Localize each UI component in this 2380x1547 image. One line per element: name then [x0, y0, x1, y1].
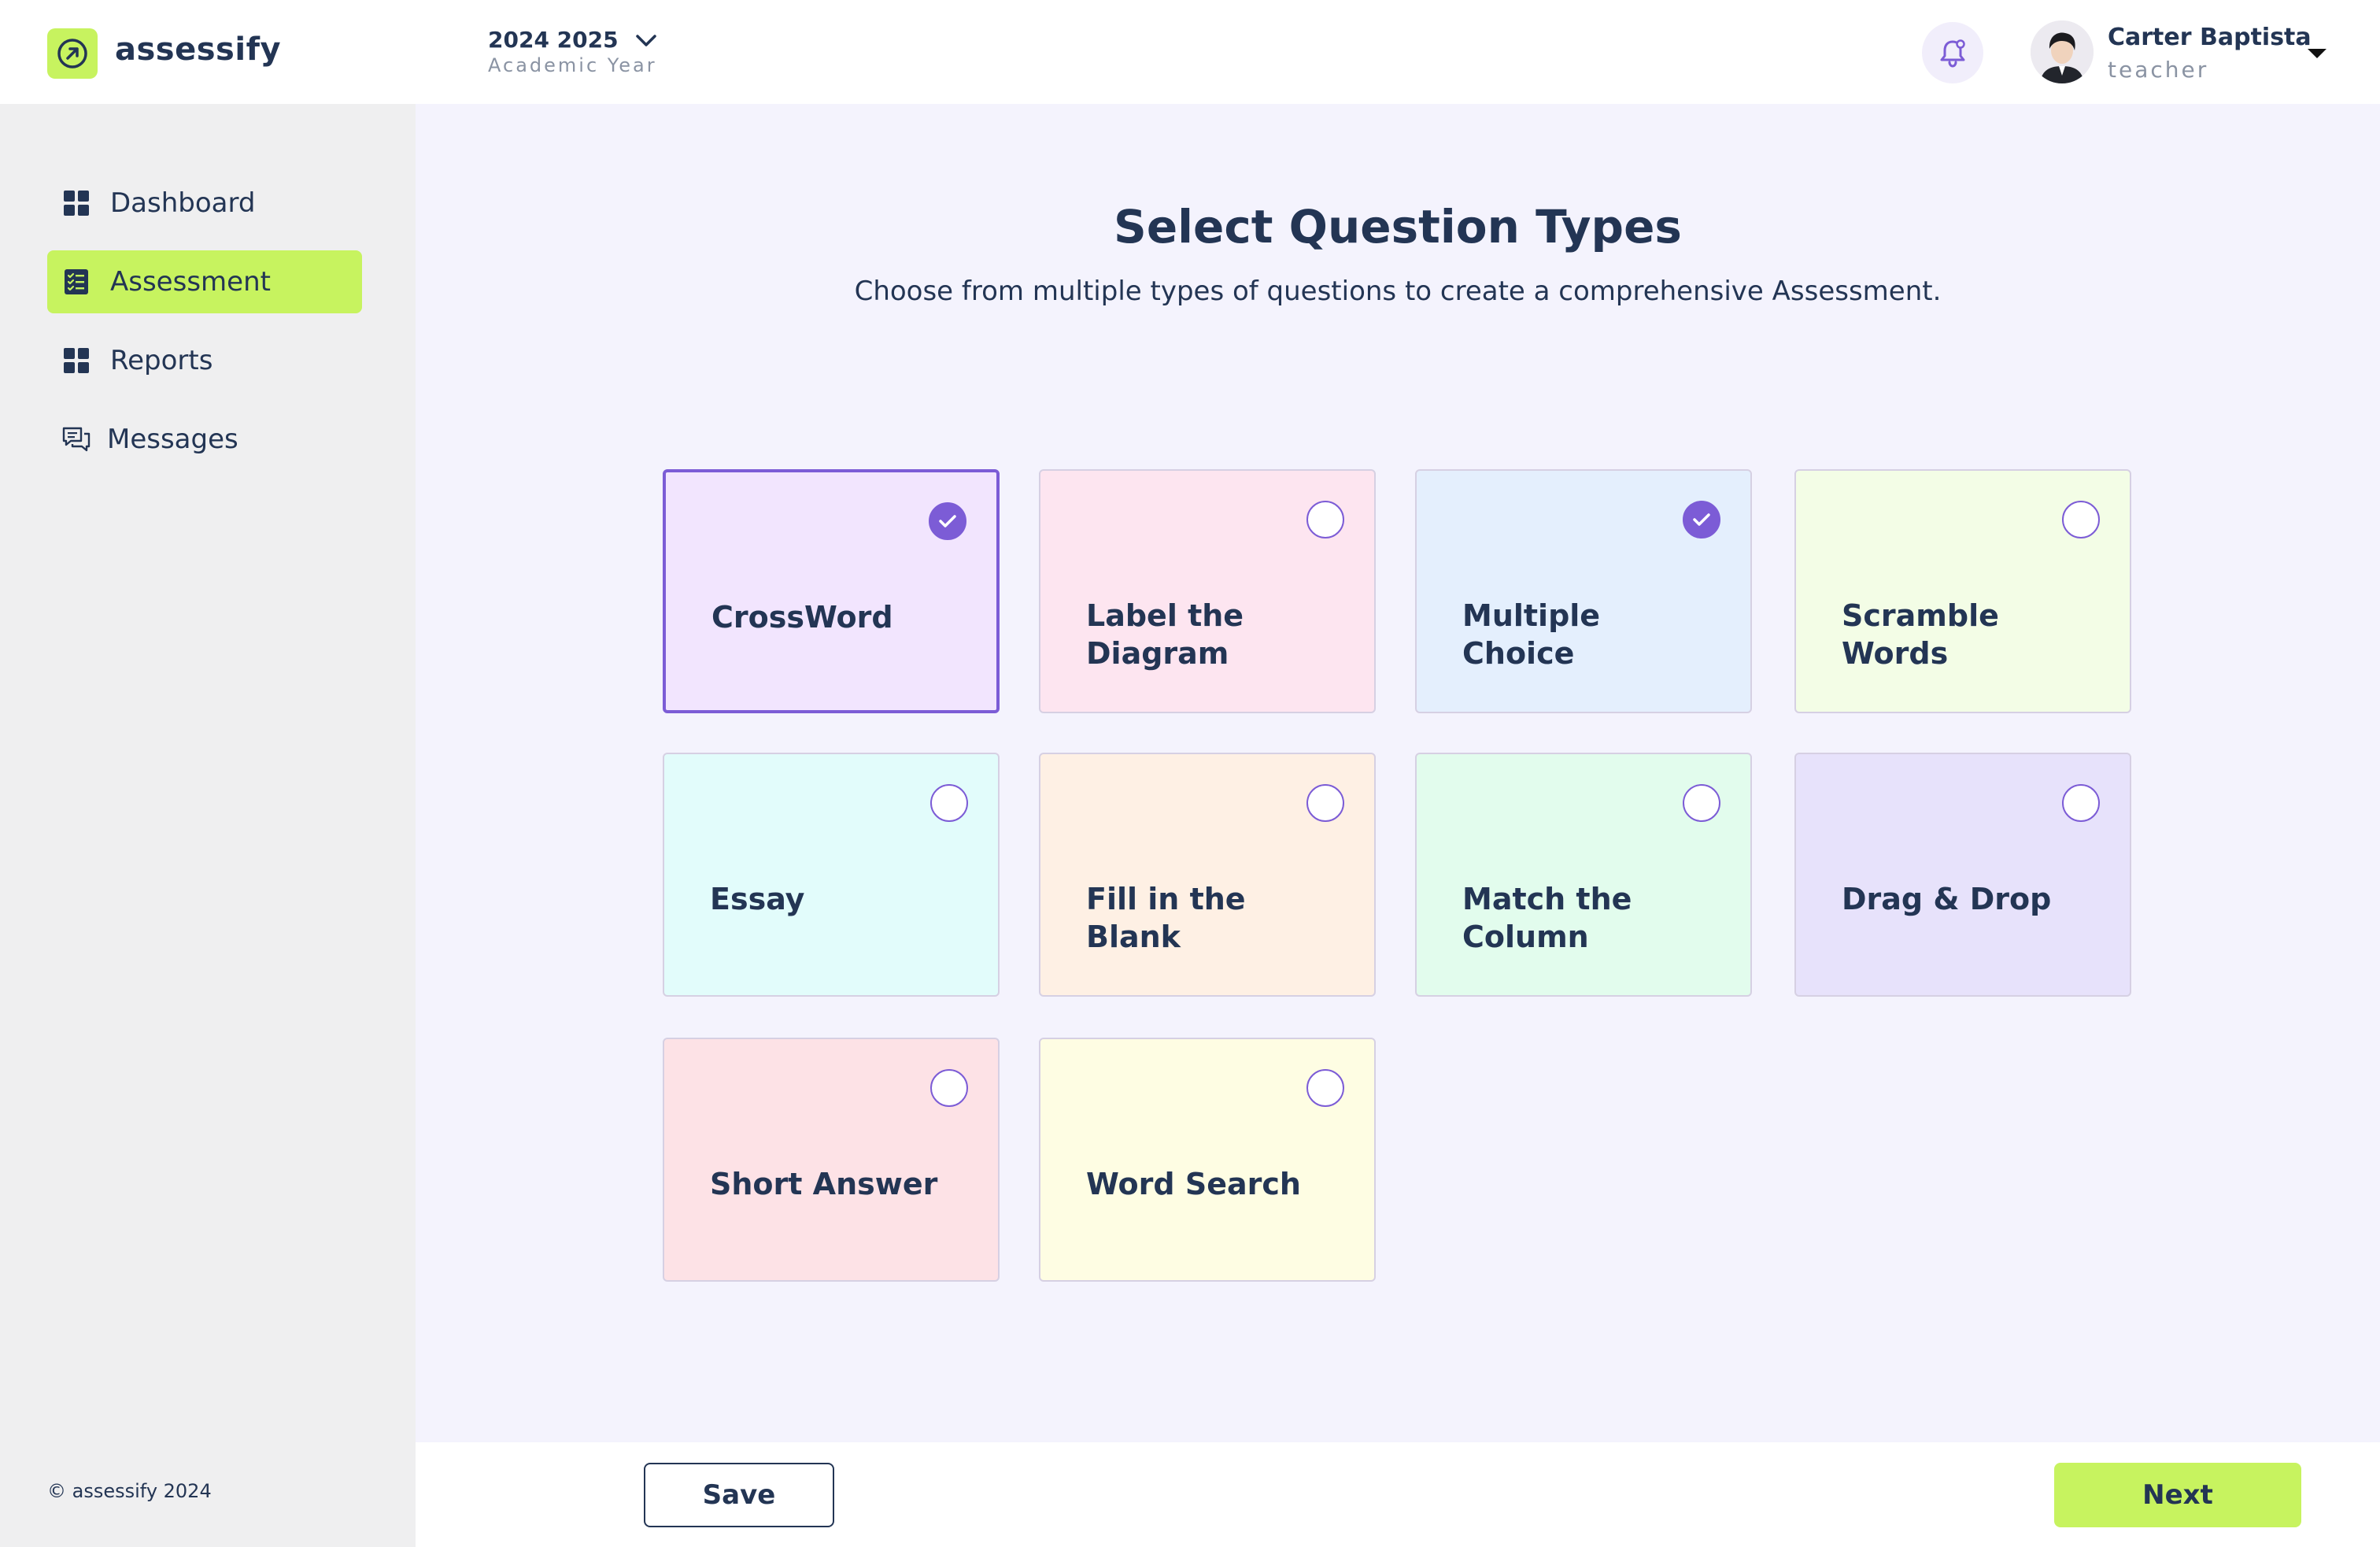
question-type-card-multiple-choice[interactable]: Multiple Choice [1415, 469, 1752, 713]
radio-circle-icon[interactable] [1306, 784, 1344, 822]
question-type-label: Fill in the Blank [1086, 882, 1246, 954]
page-title: Select Question Types [1114, 200, 1682, 254]
academic-year-value: 2024 2025 [488, 27, 619, 53]
question-type-card-word-search[interactable]: Word Search [1039, 1038, 1376, 1282]
chevron-down-icon[interactable] [634, 31, 658, 50]
logo-icon[interactable] [47, 28, 98, 79]
question-type-label: Short Answer [710, 1167, 938, 1201]
question-type-card-label-diagram[interactable]: Label the Diagram [1039, 469, 1376, 713]
check-circle-icon[interactable] [929, 502, 966, 540]
question-type-label: Word Search [1086, 1167, 1301, 1201]
question-type-label: Scramble Words [1842, 598, 1999, 671]
question-type-card-short-answer[interactable]: Short Answer [663, 1038, 1000, 1282]
action-footer: Save Next [416, 1442, 2380, 1547]
radio-circle-icon[interactable] [2062, 501, 2100, 538]
sidebar-item-label: Messages [107, 424, 238, 455]
page-subtitle: Choose from multiple types of questions … [854, 276, 1942, 307]
radio-circle-icon[interactable] [1683, 784, 1720, 822]
question-type-label: CrossWord [711, 600, 893, 635]
top-header: assessify 2024 2025 Academic Year Carter… [0, 0, 2380, 104]
user-name: Carter Baptista [2108, 24, 2312, 51]
next-button[interactable]: Next [2054, 1463, 2301, 1527]
question-type-label: Multiple Choice [1462, 598, 1601, 671]
question-type-card-scramble-words[interactable]: Scramble Words [1794, 469, 2131, 713]
sidebar-item-label: Assessment [110, 266, 271, 298]
check-circle-icon[interactable] [1683, 501, 1720, 538]
sidebar-item-dashboard[interactable]: Dashboard [47, 172, 362, 235]
radio-circle-icon[interactable] [1306, 501, 1344, 538]
sidebar-item-label: Dashboard [110, 187, 256, 219]
question-type-card-fill-blank[interactable]: Fill in the Blank [1039, 753, 1376, 997]
academic-year-selector[interactable]: 2024 2025 Academic Year [488, 27, 657, 76]
app-name: assessify [115, 31, 282, 68]
user-role: teacher [2108, 57, 2209, 83]
copyright-text: © assessify 2024 [47, 1480, 212, 1502]
sidebar-item-messages[interactable]: Messages [47, 408, 362, 471]
radio-circle-icon[interactable] [1306, 1069, 1344, 1107]
radio-circle-icon[interactable] [930, 784, 968, 822]
bell-icon [1940, 39, 1965, 68]
question-type-card-essay[interactable]: Essay [663, 753, 1000, 997]
question-type-card-drag-drop[interactable]: Drag & Drop [1794, 753, 2131, 997]
checklist-icon [61, 267, 91, 297]
radio-circle-icon[interactable] [930, 1069, 968, 1107]
question-type-label: Match the Column [1462, 882, 1632, 954]
question-type-card-match-column[interactable]: Match the Column [1415, 753, 1752, 997]
question-type-label: Essay [710, 882, 805, 916]
sidebar-item-assessment[interactable]: Assessment [47, 250, 362, 313]
sidebar: Dashboard Assessment Reports Messages [0, 104, 416, 1547]
grid-icon [61, 188, 91, 218]
question-type-label: Label the Diagram [1086, 598, 1244, 671]
avatar[interactable] [2031, 20, 2094, 83]
save-button[interactable]: Save [644, 1463, 834, 1527]
notification-button[interactable] [1922, 22, 1983, 83]
chat-icon [61, 424, 91, 454]
sidebar-item-label: Reports [110, 345, 213, 376]
sidebar-item-reports[interactable]: Reports [47, 329, 362, 392]
grid-icon [61, 346, 91, 376]
question-type-card-crossword[interactable]: CrossWord [663, 469, 1000, 713]
academic-year-caption: Academic Year [488, 54, 657, 76]
main-content: Select Question Types Choose from multip… [416, 104, 2380, 1442]
caret-down-icon[interactable] [2306, 47, 2328, 60]
radio-circle-icon[interactable] [2062, 784, 2100, 822]
question-type-label: Drag & Drop [1842, 882, 2052, 916]
